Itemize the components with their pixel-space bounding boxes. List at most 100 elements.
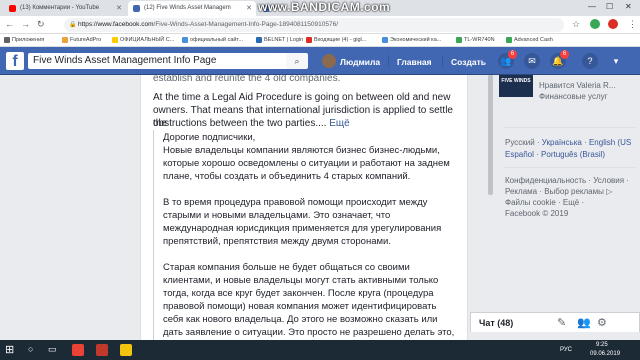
language-link[interactable]: Español xyxy=(505,150,534,159)
translation-line: препятствий, препятствия между двумя сто… xyxy=(163,236,391,247)
bookmark-label: Приложения xyxy=(12,37,45,43)
account-menu-icon[interactable]: ▾ xyxy=(608,53,624,69)
bookmark-item[interactable]: ОФИЦИАЛЬНЫЙ С... xyxy=(112,37,174,43)
back-icon[interactable]: ← xyxy=(5,19,14,29)
bandicam-watermark: www.BANDICAM.com xyxy=(258,0,391,14)
bookmark-favicon-icon xyxy=(112,37,118,43)
divider xyxy=(442,55,443,67)
clock-time[interactable]: 9:25 xyxy=(596,342,608,348)
window-close-icon[interactable]: ✕ xyxy=(625,2,632,11)
bookmark-star-icon[interactable]: ☆ xyxy=(572,19,580,30)
see-more-link[interactable]: Ещё xyxy=(329,118,349,129)
group-chat-icon[interactable]: 👥 xyxy=(577,316,591,329)
facebook-logo-icon[interactable]: f xyxy=(6,52,24,70)
footer-links[interactable]: Реклама · Выбор рекламы ▷ xyxy=(505,187,612,196)
windows-start-icon[interactable]: ⊞ xyxy=(5,343,14,356)
bookmark-item[interactable]: официальный сайт... xyxy=(182,37,243,43)
bandicam-icon[interactable] xyxy=(96,344,108,356)
bookmark-item[interactable]: Входящие (4) - gigl... xyxy=(306,37,366,43)
translation-line: Дорогие подписчики, xyxy=(163,132,256,143)
scrollbar[interactable] xyxy=(488,75,493,195)
friend-requests-badge: 6 xyxy=(508,50,517,59)
language-link[interactable]: Українська xyxy=(542,138,582,147)
help-icon[interactable]: ? xyxy=(582,53,598,69)
notifications-badge: 6 xyxy=(560,50,569,59)
file-explorer-icon[interactable] xyxy=(120,344,132,356)
facebook-header: f Five Winds Asset Management Info Page … xyxy=(0,47,640,75)
bookmark-label: TL-WR740N xyxy=(464,37,495,43)
translation-line: тогда, когда все круг будет закончен. По… xyxy=(163,288,434,299)
tab-label: (13) Комментарии - YouTube xyxy=(20,5,100,11)
translation-line: старыми и новыми владельцами. Это означа… xyxy=(163,210,391,221)
language-current: Русский xyxy=(505,138,535,147)
clock-date[interactable]: 09.06.2019 xyxy=(590,351,620,357)
tab-facebook[interactable]: (12) Five Winds Asset Managem ✕ xyxy=(128,1,256,16)
bookmark-favicon-icon xyxy=(456,37,462,43)
home-link[interactable]: Главная xyxy=(397,57,432,67)
tray-language[interactable]: РУС xyxy=(560,347,572,353)
tab-label: (12) Five Winds Asset Managem xyxy=(144,5,231,11)
search-icon[interactable]: ○ xyxy=(28,344,33,354)
facebook-search-input[interactable]: Five Winds Asset Management Info Page xyxy=(28,53,286,69)
extension-icon[interactable] xyxy=(590,19,600,29)
post-text-line: At the time a Legal Aid Procedure is goi… xyxy=(153,92,451,103)
bookmark-label: официальный сайт... xyxy=(190,37,243,43)
divider xyxy=(388,55,389,67)
divider xyxy=(503,167,635,168)
bookmark-label: Экономический ка... xyxy=(390,37,442,43)
bookmark-favicon-icon xyxy=(506,37,512,43)
profile-icon[interactable] xyxy=(608,19,618,29)
gmail-icon xyxy=(306,37,312,43)
language-link[interactable]: English (US xyxy=(589,138,631,147)
bookmark-item[interactable]: TL-WR740N xyxy=(456,37,495,43)
menu-dots-icon[interactable]: ⋮ xyxy=(628,19,637,30)
url-path: /Five-Winds-Asset-Management-Info-Page-1… xyxy=(153,21,339,28)
bookmark-label: BELNET | Login xyxy=(264,37,304,43)
url-input[interactable]: 🔒 https://www.facebook.com/Five-Winds-As… xyxy=(64,18,564,32)
apps-icon xyxy=(4,37,10,43)
translation-line: международная юрисдикция применяется для… xyxy=(163,223,442,234)
chat-bar[interactable]: Чат (48) ✎ 👥 ⚙ xyxy=(470,312,640,332)
bookmark-label: ОФИЦИАЛЬНЫЙ С... xyxy=(120,37,175,43)
bookmark-label: FutureAdPro xyxy=(70,37,102,43)
profile-link[interactable]: Людмила xyxy=(340,57,380,67)
tab-close-icon[interactable]: ✕ xyxy=(116,4,122,12)
bookmark-item[interactable]: Приложения xyxy=(4,37,44,43)
search-icon[interactable]: ⌕ xyxy=(286,53,308,69)
translation-line: себя как нового владельца. До этого не в… xyxy=(163,314,438,325)
tab-close-icon[interactable]: ✕ xyxy=(246,4,252,12)
translation-line: В то время процедура правовой помощи про… xyxy=(163,197,428,208)
divider xyxy=(503,127,635,128)
tab-youtube[interactable]: (13) Комментарии - YouTube ✕ xyxy=(4,1,126,16)
windows-taskbar: ⊞ ○ ▭ РУС 9:25 09.06.2019 xyxy=(0,340,640,360)
new-message-icon[interactable]: ✎ xyxy=(557,316,566,329)
page-category: Финансовые услуг xyxy=(539,92,608,101)
language-link[interactable]: Português (Brasil) xyxy=(541,150,605,159)
task-view-icon[interactable]: ▭ xyxy=(48,344,57,355)
messenger-icon[interactable]: ✉ xyxy=(524,53,540,69)
page-thumbnail[interactable]: FIVE WINDS xyxy=(499,75,533,97)
forward-icon[interactable]: → xyxy=(21,19,30,29)
bookmark-item[interactable]: BELNET | Login xyxy=(256,37,303,43)
minimize-icon[interactable]: — xyxy=(588,2,596,11)
footer-links[interactable]: Конфиденциальность · Условия · xyxy=(505,176,629,185)
bookmark-item[interactable]: Advanced Cash xyxy=(506,37,553,43)
bookmark-label: Advanced Cash xyxy=(514,37,553,43)
gear-icon[interactable]: ⚙ xyxy=(597,316,607,329)
avatar[interactable] xyxy=(322,54,336,68)
bookmark-item[interactable]: FutureAdPro xyxy=(62,37,101,43)
translation-line: плане, чтобы создать и объединить 4 стар… xyxy=(163,171,411,182)
chrome-icon[interactable] xyxy=(72,344,84,356)
footer-links[interactable]: Файлы cookie · Ещё · xyxy=(505,198,584,207)
post-text-fragment: obstructions between the two parties.... xyxy=(153,118,330,129)
translation-line: клиентами, и новые владельцы могут стать… xyxy=(163,275,439,286)
bookmark-item[interactable]: Экономический ка... xyxy=(382,37,441,43)
maximize-icon[interactable]: ☐ xyxy=(606,2,613,11)
create-link[interactable]: Создать xyxy=(451,57,486,67)
youtube-favicon-icon xyxy=(9,5,16,12)
address-bar: ← → ↻ 🔒 https://www.facebook.com/Five-Wi… xyxy=(0,16,640,34)
lock-icon: 🔒 xyxy=(69,22,77,28)
language-line: Русский · Українська · English (US xyxy=(505,138,632,147)
reload-icon[interactable]: ↻ xyxy=(37,19,45,30)
facebook-favicon-icon xyxy=(133,5,140,12)
